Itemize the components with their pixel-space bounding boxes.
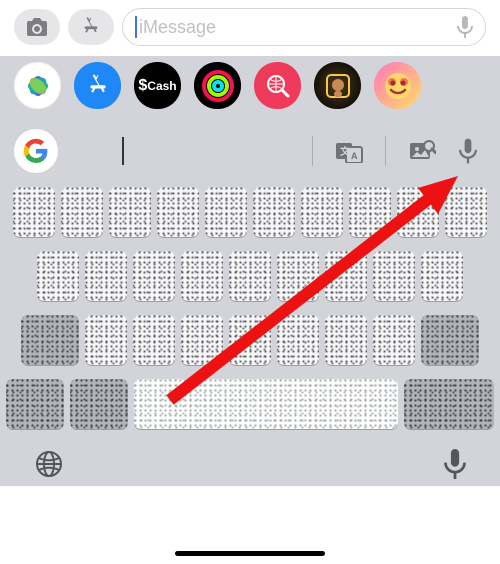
key[interactable] [397, 187, 439, 237]
app-store-icon [80, 16, 102, 38]
app-animoji[interactable] [374, 62, 421, 109]
animoji-icon [381, 69, 415, 103]
key[interactable] [133, 251, 175, 301]
key[interactable] [181, 315, 223, 365]
key[interactable] [37, 251, 79, 301]
key[interactable] [133, 315, 175, 365]
key[interactable] [253, 187, 295, 237]
key[interactable] [349, 187, 391, 237]
keyboard-keys [0, 181, 500, 429]
gboard-mic-button[interactable] [450, 133, 486, 169]
key[interactable] [277, 251, 319, 301]
app-appstore[interactable] [74, 62, 121, 109]
toolbar-separator [312, 136, 313, 166]
key[interactable] [445, 187, 487, 237]
key[interactable] [373, 251, 415, 301]
memoji-icon [323, 71, 353, 101]
key[interactable] [205, 187, 247, 237]
numbers-key[interactable] [6, 379, 64, 429]
dictation-button[interactable] [444, 449, 466, 484]
backspace-key[interactable] [421, 315, 479, 365]
message-placeholder: iMessage [139, 17, 457, 38]
photos-icon [22, 70, 54, 102]
gboard-text-cursor [122, 137, 124, 165]
cash-label: Cash [147, 79, 176, 93]
activity-rings-icon [201, 69, 235, 103]
gboard-image-search-button[interactable] [404, 133, 440, 169]
app-activity[interactable] [194, 62, 241, 109]
key[interactable] [373, 315, 415, 365]
shift-key[interactable] [21, 315, 79, 365]
dictation-icon [444, 449, 466, 479]
key[interactable] [85, 251, 127, 301]
key[interactable] [229, 315, 271, 365]
app-photos[interactable] [14, 62, 61, 109]
camera-button[interactable] [14, 9, 60, 45]
globe-icon [34, 449, 64, 479]
space-key[interactable] [134, 379, 398, 429]
globe-button[interactable] [34, 449, 64, 484]
svg-text:A: A [351, 151, 358, 161]
key[interactable] [109, 187, 151, 237]
key[interactable] [61, 187, 103, 237]
message-text-field[interactable]: iMessage [122, 8, 486, 46]
cash-dollar-icon: $ [138, 77, 147, 95]
google-button[interactable] [14, 129, 58, 173]
home-indicator[interactable] [175, 551, 325, 556]
app-memoji[interactable] [314, 62, 361, 109]
app-search[interactable] [254, 62, 301, 109]
keyboard-area: 文A [0, 119, 500, 486]
key[interactable] [421, 251, 463, 301]
globe-search-icon [265, 73, 291, 99]
key[interactable] [325, 315, 367, 365]
key[interactable] [301, 187, 343, 237]
return-key[interactable] [404, 379, 494, 429]
key[interactable] [13, 187, 55, 237]
gboard-toolbar: 文A [0, 125, 500, 181]
image-search-icon [408, 139, 436, 163]
toolbar-separator [385, 136, 386, 166]
imessage-app-strip: $Cash [0, 56, 500, 119]
key[interactable] [157, 187, 199, 237]
gboard-translate-button[interactable]: 文A [331, 133, 367, 169]
key[interactable] [325, 251, 367, 301]
camera-icon [25, 17, 49, 37]
microphone-icon [459, 138, 477, 164]
mic-icon[interactable] [457, 16, 473, 38]
key[interactable] [229, 251, 271, 301]
key[interactable] [85, 315, 127, 365]
app-apple-cash[interactable]: $Cash [134, 62, 181, 109]
app-drawer-button[interactable] [68, 9, 114, 45]
translate-icon: 文A [335, 139, 363, 163]
text-cursor [135, 16, 137, 38]
keyboard-bottom-bar [0, 443, 500, 486]
key[interactable] [277, 315, 319, 365]
appstore-a-icon [85, 73, 111, 99]
message-input-bar: iMessage [0, 0, 500, 56]
key[interactable] [181, 251, 223, 301]
svg-text:文: 文 [340, 145, 351, 158]
google-g-icon [23, 138, 49, 164]
emoji-key[interactable] [70, 379, 128, 429]
